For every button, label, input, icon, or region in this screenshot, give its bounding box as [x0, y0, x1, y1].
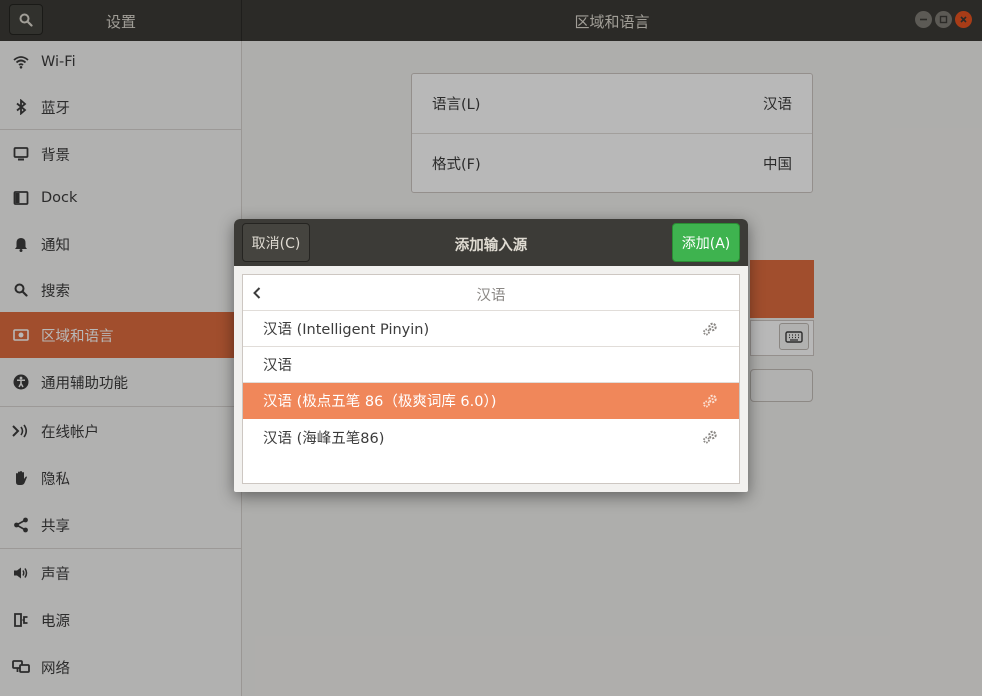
list-item[interactable]: 汉语: [243, 347, 739, 383]
list-item-label: 汉语 (海峰五笔86): [263, 430, 385, 447]
gears-icon: [701, 428, 719, 446]
add-button[interactable]: 添加(A): [672, 223, 740, 262]
list-header: 汉语: [243, 275, 739, 311]
list-item-selected[interactable]: 汉语 (极点五笔 86（极爽词库 6.0）): [243, 383, 739, 419]
dialog-header: 取消(C) 添加输入源 添加(A): [234, 219, 748, 266]
list-item-label: 汉语 (极点五笔 86（极爽词库 6.0）): [263, 394, 497, 410]
dialog-title: 添加输入源: [454, 238, 528, 254]
list-item[interactable]: 汉语 (Intelligent Pinyin): [243, 311, 739, 347]
list-header-title: 汉语: [476, 288, 506, 304]
list-item-label: 汉语 (Intelligent Pinyin): [263, 322, 430, 338]
gears-icon: [701, 320, 719, 338]
list-item-label: 汉语: [263, 358, 292, 374]
list-item[interactable]: 汉语 (海峰五笔86): [243, 419, 739, 455]
gears-icon: [701, 392, 719, 410]
add-input-source-dialog: 取消(C) 添加输入源 添加(A) 汉语 汉语 (Intelligent Pin…: [234, 219, 748, 492]
input-source-list: 汉语 汉语 (Intelligent Pinyin) 汉语 汉语 (极点五笔 8…: [242, 274, 740, 484]
